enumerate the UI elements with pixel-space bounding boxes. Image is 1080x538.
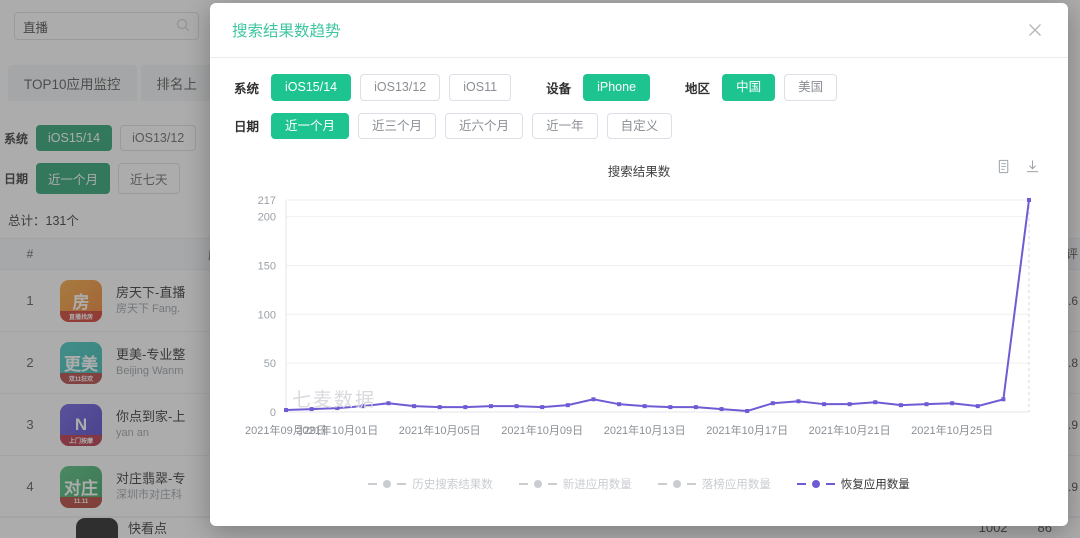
- data-point[interactable]: [950, 401, 955, 406]
- data-point[interactable]: [822, 402, 827, 407]
- data-point[interactable]: [309, 407, 314, 412]
- chip-last-3-months[interactable]: 近三个月: [358, 112, 437, 139]
- y-axis-tick-label: 150: [258, 260, 276, 272]
- data-point[interactable]: [975, 404, 980, 409]
- legend-item-4[interactable]: 恢复应用数量: [796, 476, 910, 492]
- data-point[interactable]: [770, 401, 775, 406]
- chip-last-1-year[interactable]: 近一年: [532, 112, 598, 139]
- data-point[interactable]: [642, 404, 647, 409]
- data-point[interactable]: [796, 399, 801, 404]
- data-table-icon[interactable]: [997, 159, 1012, 179]
- legend-label: 新进应用数量: [562, 479, 632, 491]
- x-axis-tick-label: 2021年10月05日: [399, 423, 481, 437]
- data-point[interactable]: [847, 402, 852, 407]
- filter-row-date: 日期 近一个月 近三个月 近六个月 近一年 自定义: [234, 112, 1044, 139]
- data-point[interactable]: [488, 404, 493, 409]
- legend-label: 历史搜索结果数: [412, 479, 493, 491]
- legend-marker: [811, 480, 820, 488]
- line-chart-plot: 0 50 100 150 200 217 2021年09月29日 2021年10月01日 202…: [234, 184, 1044, 474]
- chip-last-6-months[interactable]: 近六个月: [445, 112, 524, 139]
- legend-marker: [672, 480, 681, 488]
- chip-ios15-14[interactable]: iOS15/14: [271, 74, 352, 101]
- chip-ios11[interactable]: iOS11: [449, 74, 512, 101]
- legend-dash: [825, 483, 835, 485]
- chart-svg: 0501001502002172021年09月29日2021年10月01日 202…: [245, 195, 1031, 437]
- y-axis-tick-label: 200: [258, 212, 276, 224]
- chip-china[interactable]: 中国: [722, 74, 776, 101]
- data-point[interactable]: [898, 403, 903, 408]
- label-region: 地区: [685, 81, 711, 96]
- label-system: 系统: [234, 81, 260, 96]
- chip-last-1-month[interactable]: 近一个月: [271, 112, 350, 139]
- x-axis-tick-label: 2021年10月21日: [809, 423, 891, 437]
- chip-usa[interactable]: 美国: [784, 74, 838, 101]
- y-axis-tick-label: 50: [264, 358, 276, 370]
- legend-dash: [796, 483, 806, 485]
- legend-label: 落榜应用数量: [701, 479, 771, 491]
- legend-dash: [368, 483, 378, 485]
- legend-item-1[interactable]: 历史搜索结果数: [368, 476, 493, 492]
- chart-title: 搜索结果数: [607, 165, 671, 179]
- chip-iphone[interactable]: iPhone: [583, 74, 651, 101]
- data-point[interactable]: [693, 405, 698, 410]
- y-axis-tick-label: 100: [258, 309, 276, 321]
- legend-dash: [547, 483, 557, 485]
- x-axis-tick-label: 2021年10月09日: [501, 423, 583, 437]
- data-point[interactable]: [745, 409, 750, 414]
- label-device: 设备: [546, 81, 572, 96]
- legend-dash: [397, 483, 407, 485]
- data-point[interactable]: [284, 408, 288, 413]
- chip-custom-range[interactable]: 自定义: [606, 112, 673, 139]
- data-point[interactable]: [412, 404, 417, 409]
- data-point[interactable]: [668, 405, 673, 410]
- data-point[interactable]: [463, 405, 468, 410]
- chart-toolbox: [997, 159, 1040, 179]
- x-axis-tick-label: 2021年10月13日: [604, 423, 686, 437]
- data-point[interactable]: [591, 397, 596, 402]
- data-point[interactable]: [540, 405, 545, 410]
- legend-marker: [533, 480, 542, 488]
- label-date: 日期: [234, 120, 260, 135]
- data-point[interactable]: [617, 402, 622, 407]
- legend-marker: [383, 480, 392, 488]
- data-point[interactable]: [437, 405, 442, 410]
- legend-label: 恢复应用数量: [840, 479, 910, 491]
- data-point[interactable]: [335, 406, 340, 411]
- dialog-title: 搜索结果数趋势: [232, 23, 341, 40]
- data-point[interactable]: [924, 402, 929, 407]
- data-point[interactable]: [360, 404, 365, 409]
- close-icon[interactable]: [1024, 19, 1046, 41]
- data-point[interactable]: [719, 407, 724, 412]
- chip-ios13-12[interactable]: iOS13/12: [360, 74, 441, 101]
- legend-dash: [686, 483, 696, 485]
- data-point[interactable]: [514, 404, 519, 409]
- x-axis-tick-label: 2021年10月17日: [706, 423, 788, 437]
- x-axis-tick-label: 2021年10月25日: [911, 423, 993, 437]
- legend-dash: [518, 483, 528, 485]
- download-icon[interactable]: [1025, 159, 1040, 179]
- legend-item-2[interactable]: 新进应用数量: [518, 476, 632, 492]
- x-axis-tick-label: 2021年10月01日: [296, 423, 378, 437]
- data-point[interactable]: [873, 400, 878, 405]
- series-line: [285, 199, 1030, 413]
- data-point[interactable]: [565, 403, 570, 408]
- chart-legend: 历史搜索结果数 新进应用数量 落榜应用数量 恢复应用数量: [234, 476, 1044, 492]
- data-point[interactable]: [386, 401, 391, 406]
- search-result-trend-dialog: 搜索结果数趋势 系统 iOS15/14 iOS13/12 iOS11 设备 iP…: [210, 3, 1068, 526]
- data-point[interactable]: [1027, 198, 1031, 202]
- data-point[interactable]: [1001, 397, 1006, 402]
- dialog-header: 搜索结果数趋势: [210, 3, 1068, 58]
- dialog-body: 系统 iOS15/14 iOS13/12 iOS11 设备 iPhone 地区 …: [210, 58, 1068, 526]
- chart-container: 搜索结果数 0 50 100 150 200 217 2021年09月29日 2021年10月…: [234, 155, 1044, 526]
- y-axis-tick-label: 217: [258, 195, 276, 207]
- y-axis-tick-label: 0: [270, 407, 276, 419]
- legend-item-3[interactable]: 落榜应用数量: [657, 476, 771, 492]
- legend-dash: [657, 483, 667, 485]
- filter-row-system: 系统 iOS15/14 iOS13/12 iOS11 设备 iPhone 地区 …: [234, 74, 1044, 101]
